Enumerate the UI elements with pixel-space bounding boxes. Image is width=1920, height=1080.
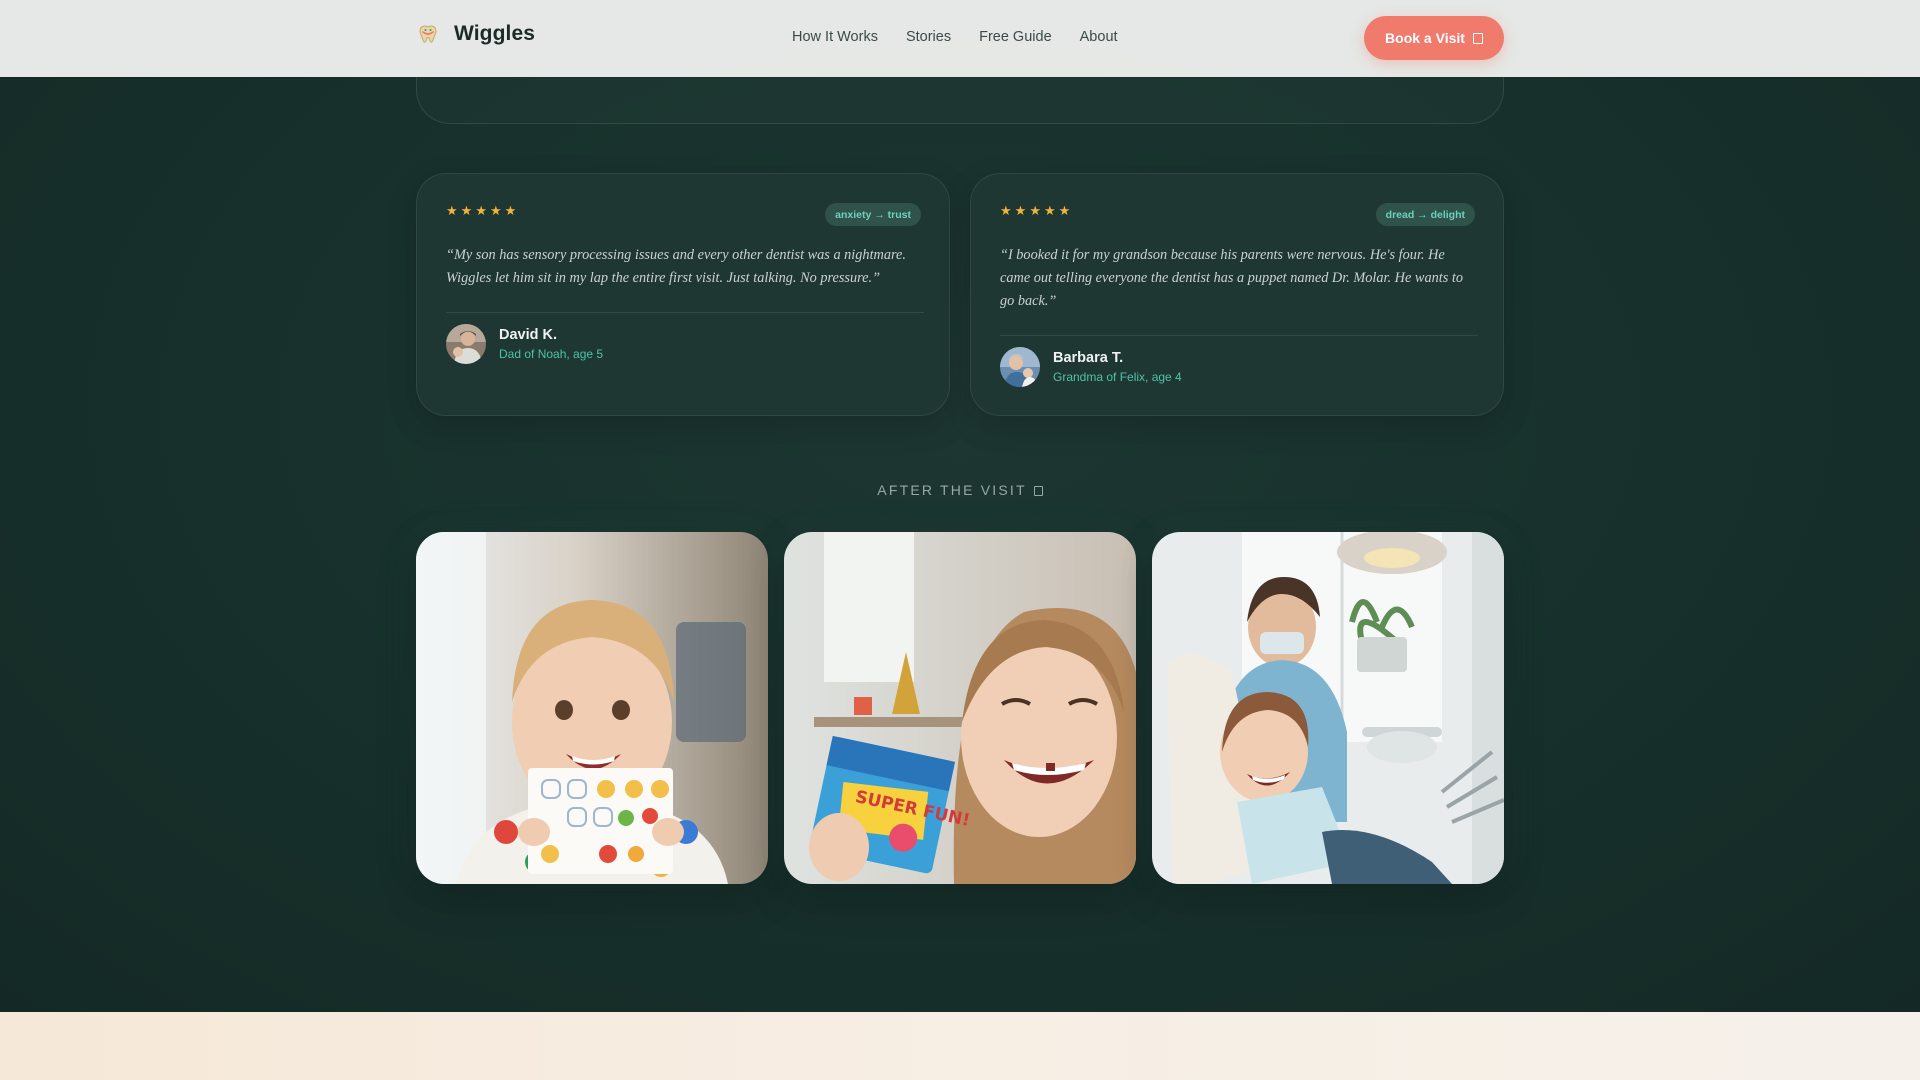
avatar [446,324,486,364]
camera-icon [1033,486,1043,496]
author-role: Dad of Noah, age 5 [499,347,604,361]
review-quote: “I booked it for my grandson because his… [1000,247,1463,309]
nav-link-stories[interactable]: Stories [906,29,951,45]
review-author: David K. Dad of Noah, age 5 [446,324,603,364]
emotion-tag: anxiety → trust [825,203,921,226]
star-icon: ★ [446,203,458,218]
author-name: Barbara T. [1053,350,1124,366]
author-name: David K. [499,327,558,343]
star-icon: ★ [460,203,473,218]
nav-link-about[interactable]: About [1080,29,1118,45]
star-icon: ★ [1000,203,1012,218]
review-card: ★ ★ ★ ★ ★ anxiety → trust “My son has se… [416,173,950,416]
divider [1000,335,1478,336]
review-quote: “My son has sensory processing issues an… [446,247,906,286]
girl-in-dental-chair-photo [1152,532,1504,884]
calendar-icon [1472,32,1483,44]
star-icon: ★ [1029,203,1041,218]
tooth-logo-icon [419,25,437,43]
star-rating: ★ ★ ★ ★ ★ [446,203,517,218]
review-card: ★ ★ ★ ★ ★ dread → delight “I booked it f… [970,173,1504,416]
star-icon: ★ [475,203,487,218]
navbar: Wiggles How It Works Stories Free Guide … [0,0,1920,77]
main-nav: How It Works Stories Free Guide About [792,29,1118,45]
star-icon: ★ [489,203,502,218]
avatar [1000,347,1040,387]
star-icon: ★ [1058,203,1071,218]
nav-link-free-guide[interactable]: Free Guide [979,29,1052,45]
book-visit-label: Book a Visit [1385,30,1465,46]
brand-logo[interactable]: Wiggles [416,22,535,46]
book-visit-button[interactable]: Book a Visit [1364,16,1504,60]
emotion-tag: dread → delight [1375,203,1475,226]
star-icon: ★ [1014,203,1027,218]
review-author: Barbara T. Grandma of Felix, age 4 [1000,347,1182,387]
star-rating: ★ ★ ★ ★ ★ [1000,203,1071,218]
girl-with-toy-box-photo: SUPER FUN! [784,532,1136,884]
after-visit-label: AFTER THE VISIT [877,482,1027,498]
nav-link-how-it-works[interactable]: How It Works [792,29,878,45]
brand-name: Wiggles [454,22,536,45]
next-section-background [0,1012,1920,1080]
star-icon: ★ [1043,203,1056,218]
star-icon: ★ [504,203,517,218]
divider [446,312,924,313]
author-role: Grandma of Felix, age 4 [1053,370,1182,384]
after-visit-heading: AFTER THE VISIT [0,482,1920,498]
child-with-sticker-sheet-photo [416,532,768,884]
